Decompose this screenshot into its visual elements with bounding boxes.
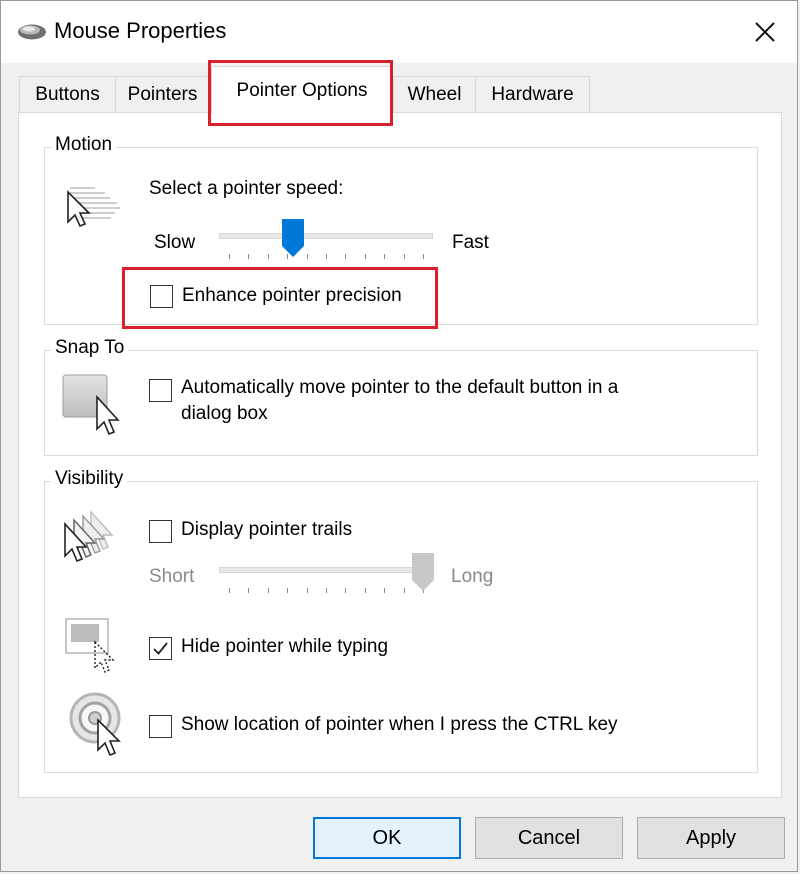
pointer-speed-slider[interactable] <box>281 218 305 258</box>
ok-button-label: OK <box>372 826 402 849</box>
tab-pointer-options[interactable]: Pointer Options <box>211 66 393 114</box>
pointer-speed-icon <box>67 187 120 228</box>
trails-length-slider[interactable] <box>411 552 435 592</box>
fast-label: Fast <box>452 232 489 253</box>
pointer-speed-track <box>219 233 433 239</box>
checkmark-icon <box>153 642 168 655</box>
tab-pointer-options-label: Pointer Options <box>236 79 368 101</box>
short-label: Short <box>149 566 195 587</box>
snap-to-label-line1: Automatically move pointer to the defaul… <box>181 377 619 398</box>
hide-pointer-icon <box>65 618 115 673</box>
slider-tick <box>326 254 327 259</box>
slider-tick <box>229 254 230 259</box>
slider-tick <box>267 588 269 593</box>
mouse-icon <box>18 24 46 40</box>
slider-tick <box>345 588 347 593</box>
tab-buttons[interactable]: Buttons <box>19 76 116 112</box>
snap-to-icon <box>62 374 120 436</box>
tab-pointers-label: Pointers <box>127 83 198 105</box>
title-bar: Mouse Properties <box>1 1 797 63</box>
slider-tick <box>423 254 424 259</box>
tab-wheel[interactable]: Wheel <box>393 76 476 112</box>
slider-tick <box>384 254 386 259</box>
snap-to-group-label: Snap To <box>51 337 129 359</box>
tab-pointers[interactable]: Pointers <box>115 76 210 112</box>
tab-hardware-label: Hardware <box>491 83 574 105</box>
slider-tick <box>364 254 366 259</box>
hide-pointer-checkbox[interactable] <box>149 637 172 660</box>
tab-hardware[interactable]: Hardware <box>475 76 590 112</box>
slider-tick <box>326 588 327 593</box>
slider-tick <box>248 254 250 259</box>
pointer-trails-label: Display pointer trails <box>181 519 353 540</box>
apply-button-label: Apply <box>685 826 737 849</box>
slider-tick <box>267 254 269 259</box>
ok-button[interactable]: OK <box>313 817 461 859</box>
slider-tick <box>384 588 386 593</box>
mouse-properties-dialog: Mouse Properties Buttons Pointers Pointe… <box>0 0 798 872</box>
cancel-button-label: Cancel <box>517 826 581 849</box>
pointer-trails-checkbox[interactable] <box>149 520 172 543</box>
cancel-button[interactable]: Cancel <box>475 817 623 859</box>
snap-to-checkbox[interactable] <box>149 379 172 402</box>
slider-tick <box>248 588 250 593</box>
trails-length-track <box>219 567 433 573</box>
ctrl-locate-checkbox[interactable] <box>149 715 172 738</box>
slider-tick <box>306 254 308 259</box>
close-icon <box>755 22 775 42</box>
slider-tick <box>403 254 405 259</box>
trails-length-ticks <box>229 588 424 594</box>
slider-tick <box>306 588 308 593</box>
ctrl-locate-label: Show location of pointer when I press th… <box>181 714 618 735</box>
slider-tick <box>229 588 230 593</box>
enhance-precision-label: Enhance pointer precision <box>182 285 402 306</box>
enhance-precision-checkbox[interactable] <box>150 285 173 308</box>
pointer-speed-label: Select a pointer speed: <box>149 178 344 199</box>
tab-wheel-label: Wheel <box>407 83 462 105</box>
apply-button[interactable]: Apply <box>637 817 785 859</box>
visibility-group-label: Visibility <box>51 468 128 490</box>
snap-to-label-line2: dialog box <box>181 403 268 424</box>
slider-tick <box>364 588 366 593</box>
slider-tick <box>287 588 289 593</box>
visibility-group: Visibility Display pointer trails Short … <box>44 468 758 773</box>
ctrl-locate-icon <box>69 692 121 757</box>
snap-to-group: Snap To Automatically move pointer to th… <box>44 337 758 456</box>
close-button[interactable] <box>733 1 797 63</box>
pointer-trails-icon <box>64 510 114 563</box>
motion-group-label: Motion <box>51 134 117 156</box>
window-title: Mouse Properties <box>54 18 227 43</box>
long-label: Long <box>451 566 494 587</box>
pointer-speed-ticks <box>229 254 424 260</box>
tab-panel: Motion Select a pointer speed: Slow Fast <box>18 112 782 798</box>
tab-buttons-label: Buttons <box>35 83 100 105</box>
slow-label: Slow <box>154 232 196 253</box>
slider-tick <box>403 588 405 593</box>
slider-tick <box>345 254 347 259</box>
hide-pointer-label: Hide pointer while typing <box>181 636 389 657</box>
